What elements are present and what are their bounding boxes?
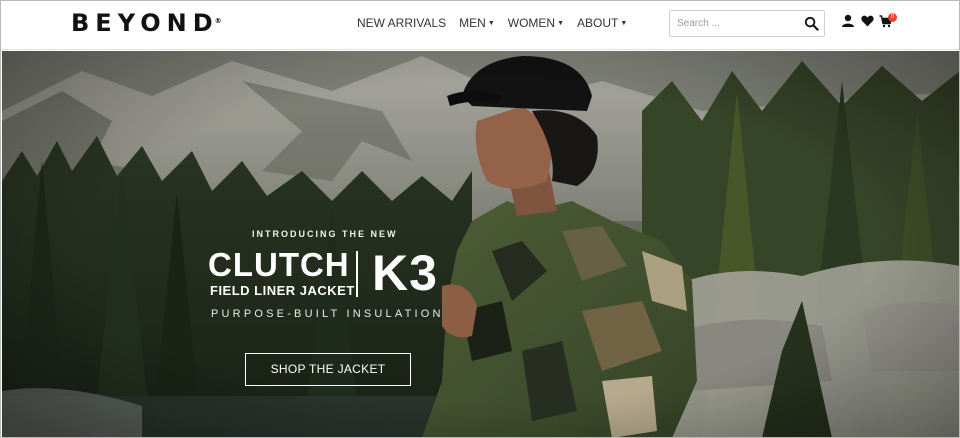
- registered-mark: ®: [214, 17, 222, 25]
- nav-women[interactable]: WOMEN ▼: [508, 16, 564, 30]
- nav-label: NEW ARRIVALS: [357, 16, 447, 30]
- hero-subtitle: FIELD LINER JACKET: [210, 283, 355, 298]
- cart-count-badge: 0: [888, 13, 897, 22]
- search-box: [669, 10, 825, 37]
- search-input[interactable]: [670, 11, 800, 36]
- hero-eyebrow: INTRODUCING THE NEW: [252, 229, 398, 239]
- hero-divider: [356, 251, 358, 297]
- nav-about[interactable]: ABOUT ▼: [577, 16, 627, 30]
- hero-banner: INTRODUCING THE NEW CLUTCH FIELD LINER J…: [2, 51, 959, 437]
- site-header: BEYOND® NEW ARRIVALS MEN ▼ WOMEN ▼ ABOUT ▼: [1, 1, 959, 50]
- brand-logo[interactable]: BEYOND®: [71, 9, 226, 37]
- browser-viewport: BEYOND® NEW ARRIVALS MEN ▼ WOMEN ▼ ABOUT ▼: [0, 0, 960, 438]
- chevron-down-icon: ▼: [487, 20, 495, 27]
- nav-new-arrivals[interactable]: NEW ARRIVALS: [357, 16, 446, 30]
- main-nav: NEW ARRIVALS MEN ▼ WOMEN ▼ ABOUT ▼: [357, 16, 640, 30]
- nav-label: WOMEN: [507, 16, 556, 30]
- brand-name: BEYOND: [71, 9, 219, 37]
- hero-model: K3: [372, 245, 438, 301]
- shop-the-jacket-button[interactable]: SHOP THE JACKET: [245, 353, 411, 386]
- user-icon[interactable]: [841, 14, 855, 28]
- nav-men[interactable]: MEN ▼: [459, 16, 495, 30]
- search-icon[interactable]: [804, 16, 819, 31]
- hero-tagline: PURPOSE-BUILT INSULATION: [211, 308, 444, 320]
- hero-title: CLUTCH: [208, 246, 350, 283]
- chevron-down-icon: ▼: [620, 20, 628, 27]
- hero-photo: [2, 51, 959, 437]
- nav-label: ABOUT: [577, 16, 619, 30]
- nav-label: MEN: [459, 16, 486, 30]
- chevron-down-icon: ▼: [557, 20, 565, 27]
- heart-icon[interactable]: [861, 15, 874, 27]
